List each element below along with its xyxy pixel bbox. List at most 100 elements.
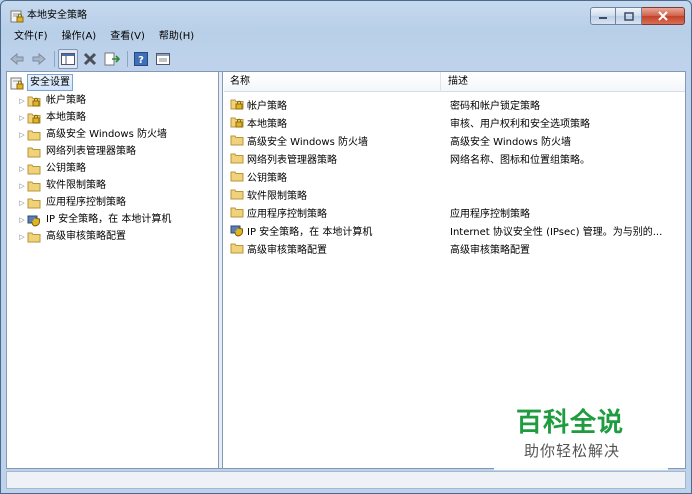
watermark-subtitle: 助你轻松解决 <box>524 442 621 460</box>
menu-view[interactable]: 查看(V) <box>103 28 152 46</box>
delete-button[interactable] <box>80 49 100 69</box>
list-item-name-cell: 本地策略 <box>230 115 442 130</box>
help-button[interactable]: ? <box>131 49 151 69</box>
status-bar <box>6 471 686 489</box>
expand-arrow-icon[interactable]: ▷ <box>17 109 27 126</box>
pane-splitter[interactable] <box>219 72 223 468</box>
export-list-button[interactable] <box>102 49 122 69</box>
security-policy-icon <box>10 10 24 23</box>
menu-bar: 文件(F) 操作(A) 查看(V) 帮助(H) <box>7 28 201 46</box>
tree-item-app-control[interactable]: ▷ 应用程序控制策略 <box>17 194 128 211</box>
tree-item-account-policy[interactable]: ▷ 帐户策略 <box>17 92 88 109</box>
list-header: 名称 描述 <box>224 72 685 92</box>
forward-icon <box>32 52 46 66</box>
menu-file[interactable]: 文件(F) <box>7 28 55 46</box>
toolbar-separator <box>127 51 128 67</box>
console-tree[interactable]: 安全设置 ▷ 帐户策略 ▷ 本地策略 ▷ 高级安全 Windows 防火墙 网络… <box>7 72 219 468</box>
list-item[interactable]: 本地策略 审核、用户权利和安全选项策略 <box>224 113 685 131</box>
svg-text:?: ? <box>138 55 144 66</box>
list-item[interactable]: 帐户策略 密码和帐户锁定策略 <box>224 95 685 113</box>
security-settings-icon <box>10 77 24 89</box>
expand-arrow-icon[interactable]: ▷ <box>17 160 27 177</box>
tree-item-root[interactable]: 安全设置 <box>10 74 73 91</box>
list-item[interactable]: 高级安全 Windows 防火墙 高级安全 Windows 防火墙 <box>224 131 685 149</box>
tree-item-label: 高级审核策略配置 <box>46 231 126 242</box>
properties-icon <box>156 53 170 65</box>
minimize-icon <box>599 17 607 19</box>
minimize-button[interactable] <box>590 7 616 25</box>
caption-buttons <box>590 7 685 26</box>
ip-security-shield-icon <box>27 215 40 227</box>
tree-item-local-policy[interactable]: ▷ 本地策略 <box>17 109 88 126</box>
show-hide-tree-button[interactable] <box>58 49 78 69</box>
watermark-title: 百科全说 <box>516 408 625 438</box>
list-item-name: 高级安全 Windows 防火墙 <box>247 136 368 148</box>
list-item[interactable]: 软件限制策略 <box>224 185 685 203</box>
tree-item-software-restriction[interactable]: ▷ 软件限制策略 <box>17 177 108 194</box>
menu-help[interactable]: 帮助(H) <box>152 28 201 46</box>
folder-icon <box>27 198 41 208</box>
folder-lock-icon <box>27 96 41 106</box>
list-item-description: 高级审核策略配置 <box>450 244 530 256</box>
list-item[interactable]: IP 安全策略，在 本地计算机 Internet 协议安全性 (IPsec) 管… <box>224 221 685 239</box>
folder-icon <box>230 207 244 218</box>
tree-item-label: 帐户策略 <box>46 95 86 106</box>
tree-item-network-list[interactable]: 网络列表管理器策略 <box>27 143 138 160</box>
list-item-name-cell: 公钥策略 <box>230 169 442 184</box>
app-window: 本地安全策略 文件(F) 操作(A) 查看(V) 帮助(H) ? 安全设置 ▷ … <box>0 0 692 494</box>
list-item-name: 应用程序控制策略 <box>247 208 327 220</box>
properties-button[interactable] <box>153 49 173 69</box>
tree-item-firewall[interactable]: ▷ 高级安全 Windows 防火墙 <box>17 126 169 143</box>
folder-icon <box>27 181 41 191</box>
tree-item-label: IP 安全策略，在 本地计算机 <box>46 214 172 225</box>
tree-item-ip-security[interactable]: ▷ IP 安全策略，在 本地计算机 <box>17 211 173 228</box>
expand-arrow-icon[interactable]: ▷ <box>17 211 27 228</box>
tree-item-label: 公钥策略 <box>46 163 86 174</box>
column-header-name[interactable]: 名称 <box>224 72 441 92</box>
list-item-name: 帐户策略 <box>247 100 287 112</box>
expand-arrow-icon[interactable]: ▷ <box>17 177 27 194</box>
expand-arrow-icon[interactable]: ▷ <box>17 194 27 211</box>
list-item-description: 应用程序控制策略 <box>450 208 530 220</box>
list-item[interactable]: 网络列表管理器策略 网络名称、图标和位置组策略。 <box>224 149 685 167</box>
tree-item-audit-policy[interactable]: ▷ 高级审核策略配置 <box>17 228 128 245</box>
close-button[interactable] <box>642 7 685 25</box>
folder-icon <box>230 153 244 164</box>
back-button[interactable] <box>7 49 27 69</box>
back-icon <box>10 52 24 66</box>
close-icon <box>658 11 668 21</box>
folder-icon <box>27 164 41 174</box>
maximize-icon <box>623 11 634 21</box>
folder-icon <box>27 130 41 140</box>
tree-item-label: 本地策略 <box>46 112 86 123</box>
list-item-name-cell: IP 安全策略，在 本地计算机 <box>230 223 442 238</box>
forward-button[interactable] <box>29 49 49 69</box>
list-item-name: 高级审核策略配置 <box>247 244 327 256</box>
list-item-description: 密码和帐户锁定策略 <box>450 100 540 112</box>
title-bar[interactable]: 本地安全策略 <box>1 1 691 29</box>
list-item[interactable]: 高级审核策略配置 高级审核策略配置 <box>224 239 685 257</box>
ip-security-shield-icon <box>230 225 243 237</box>
list-item-name-cell: 高级审核策略配置 <box>230 241 442 256</box>
list-item-name-cell: 应用程序控制策略 <box>230 205 442 220</box>
export-list-icon <box>104 52 120 66</box>
expand-arrow-icon[interactable]: ▷ <box>17 126 27 143</box>
tree-item-label: 网络列表管理器策略 <box>46 146 136 157</box>
list-item[interactable]: 应用程序控制策略 应用程序控制策略 <box>224 203 685 221</box>
folder-icon <box>230 243 244 254</box>
list-item[interactable]: 公钥策略 <box>224 167 685 185</box>
column-header-description[interactable]: 描述 <box>442 72 685 92</box>
expand-arrow-icon[interactable]: ▷ <box>17 92 27 109</box>
tree-item-public-key[interactable]: ▷ 公钥策略 <box>17 160 88 177</box>
tree-item-label: 高级安全 Windows 防火墙 <box>46 129 167 140</box>
menu-action[interactable]: 操作(A) <box>55 28 104 46</box>
folder-icon <box>230 171 244 182</box>
list-item-name: 本地策略 <box>247 118 287 130</box>
expand-arrow-icon[interactable]: ▷ <box>17 228 27 245</box>
window-title: 本地安全策略 <box>27 10 87 21</box>
list-item-name-cell: 网络列表管理器策略 <box>230 151 442 166</box>
maximize-button[interactable] <box>616 7 642 25</box>
list-item-description: 审核、用户权利和安全选项策略 <box>450 118 590 130</box>
folder-lock-icon <box>27 113 41 123</box>
tree-item-label: 安全设置 <box>27 74 73 91</box>
